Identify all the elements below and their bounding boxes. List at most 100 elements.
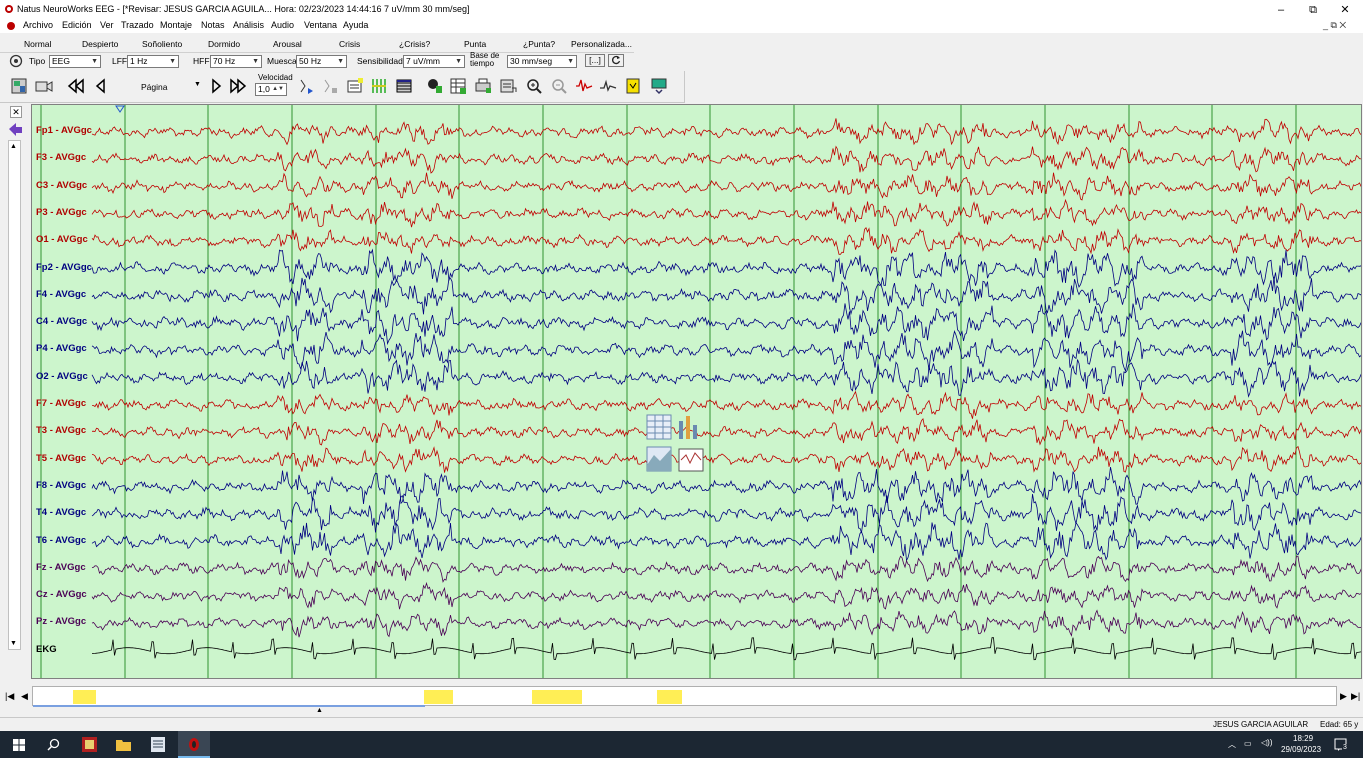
channel-label[interactable]: Fp2 - AVGgc (36, 262, 92, 273)
electrodes-button[interactable] (369, 76, 389, 96)
document-viewer-icon[interactable] (150, 736, 166, 753)
seizure-detect-button[interactable] (598, 76, 618, 96)
menu-analisis[interactable]: Análisis (233, 20, 264, 30)
forward-fast-button[interactable] (228, 76, 248, 96)
timeline-bar[interactable]: |◀ ◀ ▶ ▶| ▲ (0, 685, 1363, 715)
network-icon[interactable]: ▭ (1244, 739, 1252, 748)
review-button[interactable] (10, 76, 30, 96)
volume-icon[interactable]: ◁)) (1261, 738, 1272, 747)
zoom-in-button[interactable] (524, 76, 544, 96)
menu-montaje[interactable]: Montaje (160, 20, 192, 30)
monitor-button[interactable] (649, 76, 669, 96)
lff-select[interactable]: 1 Hz ▼ (127, 55, 179, 68)
bracket-button[interactable]: [...] (585, 54, 605, 67)
muesca-select[interactable]: 50 Hz ▼ (296, 55, 347, 68)
channel-label[interactable]: EKG (36, 644, 57, 655)
channel-label[interactable]: Fp1 - AVGgc (36, 125, 92, 136)
analysis-overlay-icon[interactable] (646, 413, 706, 475)
ftp-app-icon[interactable] (81, 736, 98, 753)
montage-edit-button[interactable] (345, 76, 365, 96)
velocidad-spinner[interactable]: 1,0 ▲▼ (255, 83, 287, 96)
hff-select[interactable]: 70 Hz ▼ (210, 55, 262, 68)
channel-label[interactable]: P3 - AVGgc (36, 207, 87, 218)
channel-label[interactable]: T3 - AVGgc (36, 425, 86, 436)
taskbar-time[interactable]: 18:29 (1293, 734, 1313, 743)
event-dormido[interactable]: Dormido (208, 39, 240, 49)
taskbar-active-app[interactable] (178, 731, 210, 758)
mdi-controls[interactable]: _ ⧉ ✕ (1323, 20, 1346, 31)
menu-trazado[interactable]: Trazado (121, 20, 154, 30)
scroll-down-icon[interactable]: ▼ (10, 640, 17, 647)
menu-ver[interactable]: Ver (100, 20, 114, 30)
channel-label[interactable]: T6 - AVGgc (36, 535, 86, 546)
marker-tool-disabled-button[interactable] (320, 76, 340, 96)
channel-label[interactable]: C4 - AVGgc (36, 316, 87, 327)
taskbar-date[interactable]: 29/09/2023 (1281, 745, 1321, 754)
channel-label[interactable]: Cz - AVGgc (36, 589, 87, 600)
scroll-up-icon[interactable]: ▲ (10, 143, 17, 150)
channel-label[interactable]: O1 - AVGgc (36, 234, 88, 245)
zoom-out-button[interactable] (549, 76, 569, 96)
windows-start-icon[interactable] (13, 739, 25, 751)
maximize-button[interactable]: ⧉ (1298, 2, 1328, 18)
timeline-event-marker[interactable] (424, 690, 453, 704)
timeline-event-marker[interactable] (657, 690, 682, 704)
menu-notas[interactable]: Notas (201, 20, 225, 30)
event-normal[interactable]: Normal (24, 39, 51, 49)
channel-label[interactable]: O2 - AVGgc (36, 371, 88, 382)
close-panel-icon[interactable]: ✕ (10, 106, 22, 118)
eeg-trace-panel[interactable]: Fp1 - AVGgc F3 - AVGgc C3 - AVGgc P3 - AVGg… (31, 104, 1362, 679)
menu-archivo[interactable]: Archivo (23, 20, 53, 30)
marker-tool-button[interactable] (296, 76, 316, 96)
event-arousal[interactable]: Arousal (273, 39, 302, 49)
file-explorer-icon[interactable] (115, 737, 132, 752)
channel-label[interactable]: C3 - AVGgc (36, 180, 87, 191)
settings-wheel-icon[interactable] (9, 54, 23, 68)
event-sonoliento[interactable]: Soñoliento (142, 39, 182, 49)
refresh-button[interactable] (608, 54, 624, 67)
channel-label[interactable]: F3 - AVGgc (36, 152, 86, 163)
event-punta[interactable]: Punta (464, 39, 486, 49)
document-icon[interactable] (6, 21, 16, 31)
timeline-track[interactable] (32, 686, 1337, 707)
timeline-end-icon[interactable]: ▶| (1351, 691, 1360, 702)
export-button[interactable] (498, 76, 518, 96)
step-back-button[interactable] (92, 76, 112, 96)
channel-label[interactable]: F4 - AVGgc (36, 289, 86, 300)
close-button[interactable]: ✕ (1330, 2, 1360, 18)
channel-label[interactable]: F7 - AVGgc (36, 398, 86, 409)
timeline-cursor-icon[interactable]: ▲ (316, 707, 323, 714)
sensibilidad-select[interactable]: 7 uV/mm ▼ (403, 55, 465, 68)
channel-label[interactable]: F8 - AVGgc (36, 480, 86, 491)
event-personalizada[interactable]: Personalizada... (571, 39, 632, 49)
search-icon[interactable] (47, 738, 60, 751)
timeline-forward-icon[interactable]: ▶ (1340, 691, 1347, 702)
menu-ventana[interactable]: Ventana (304, 20, 337, 30)
tipo-select[interactable]: EEG ▼ (49, 55, 101, 68)
channel-label[interactable]: T4 - AVGgc (36, 507, 86, 518)
step-forward-button[interactable] (206, 76, 226, 96)
menu-audio[interactable]: Audio (271, 20, 294, 30)
spike-detect-button[interactable] (574, 76, 594, 96)
rewind-fast-button[interactable] (66, 76, 86, 96)
menu-edicion[interactable]: Edición (62, 20, 92, 30)
menu-ayuda[interactable]: Ayuda (343, 20, 368, 30)
patient-button[interactable] (424, 76, 444, 96)
event-despierto[interactable]: Despierto (82, 39, 118, 49)
notes-button[interactable] (623, 76, 643, 96)
timeline-start-icon[interactable]: |◀ (5, 691, 14, 702)
tray-chevron-icon[interactable]: ︿ (1228, 739, 1236, 750)
event-crisis[interactable]: Crisis (339, 39, 360, 49)
video-button[interactable] (34, 76, 54, 96)
montage-grid-button[interactable] (394, 76, 414, 96)
table-report-button[interactable] (448, 76, 468, 96)
channel-label[interactable]: T5 - AVGgc (36, 453, 86, 464)
event-crisis-question[interactable]: ¿Crisis? (399, 39, 430, 49)
base-tiempo-select[interactable]: 30 mm/seg ▼ (507, 55, 577, 68)
vertical-scrollbar[interactable]: ▲ ▼ (8, 140, 21, 650)
channel-label[interactable]: P4 - AVGgc (36, 343, 87, 354)
timeline-back-icon[interactable]: ◀ (21, 691, 28, 702)
cursor-tool-icon[interactable] (6, 120, 24, 138)
channel-label[interactable]: Fz - AVGgc (36, 562, 86, 573)
event-punta-question[interactable]: ¿Punta? (523, 39, 555, 49)
